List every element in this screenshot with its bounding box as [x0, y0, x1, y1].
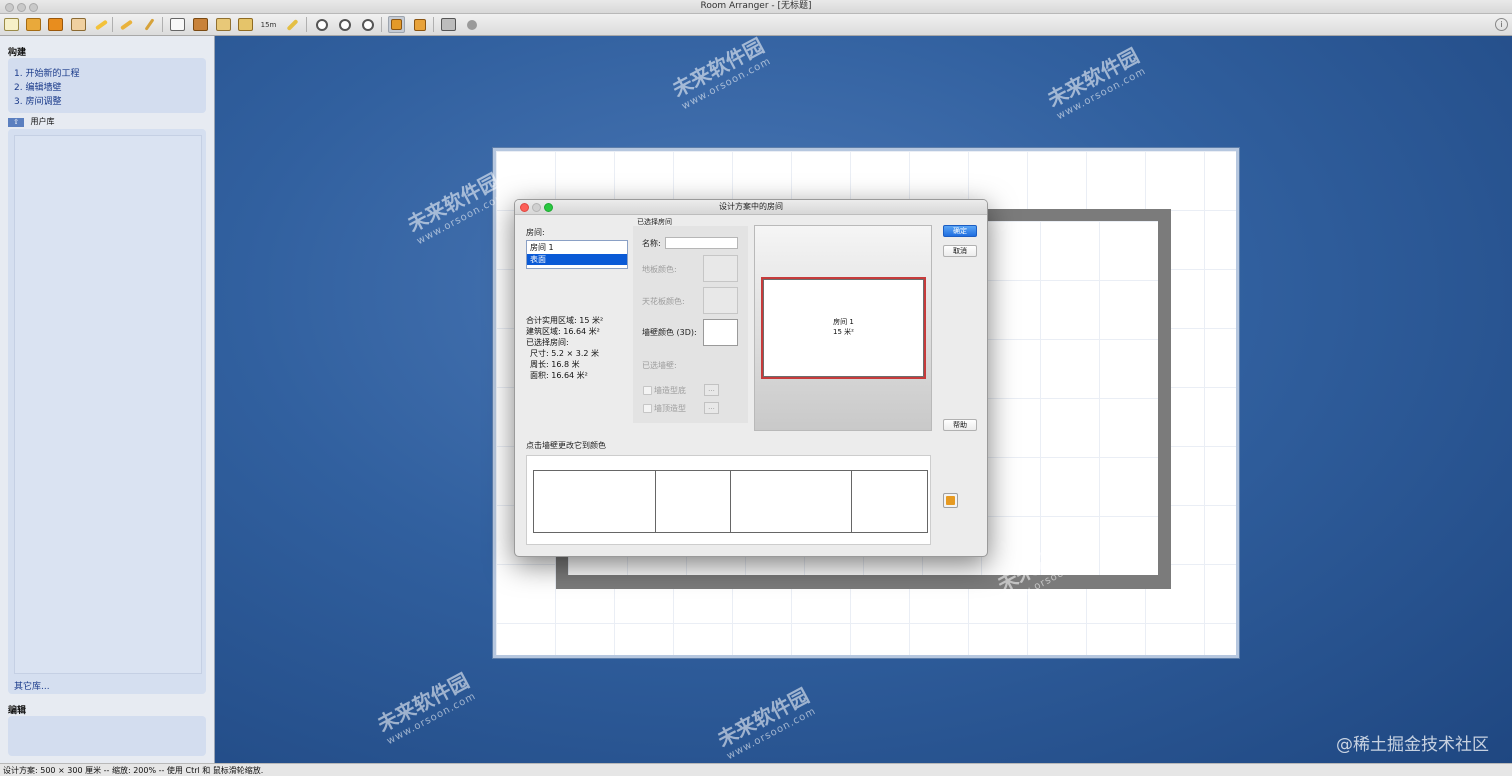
ruler-icon[interactable]: [284, 16, 301, 33]
steps-box: 1. 开始新的工程 2. 编辑墙壁 3. 房间调整: [8, 58, 206, 113]
building-area-text: 建筑区域: 16.64 米²: [526, 327, 600, 336]
status-text: 设计方案: 500 × 300 厘米 -- 缩放: 200% -- 使用 Ctr…: [3, 766, 264, 775]
window-title: Room Arranger - [无标题]: [700, 1, 812, 11]
minimize-window-icon[interactable]: [17, 3, 26, 12]
room-size-text: 尺寸: 5.2 × 3.2 米: [530, 349, 600, 358]
user-library: [8, 129, 206, 694]
step-adjust-rooms[interactable]: 3. 房间调整: [14, 94, 61, 107]
floor-icon[interactable]: [215, 16, 232, 33]
wall-segment[interactable]: [534, 471, 656, 532]
dialog-close-icon[interactable]: [520, 203, 529, 212]
preview-room-area: 15 米²: [833, 328, 854, 336]
more-libraries-link[interactable]: 其它库...: [14, 679, 50, 692]
usable-area-text: 合计实用区域: 15 米²: [526, 316, 604, 325]
rooms-label: 房间:: [526, 228, 545, 237]
wall-top-more-button: ...: [704, 402, 719, 414]
ceiling-color-swatch: [703, 287, 738, 314]
wall-color-label: 墙壁颜色 (3D):: [642, 328, 697, 337]
build-section-header[interactable]: 构建 ▼: [0, 40, 214, 60]
3d-house-icon[interactable]: [440, 16, 457, 33]
rooms-dialog: 设计方案中的房间 房间: 房间 1 表面 合计实用区域: 15 米² 建筑区域:…: [514, 199, 988, 557]
brush-icon[interactable]: [141, 16, 158, 33]
credit-text: @稀土掘金技术社区: [1336, 735, 1489, 755]
wall-segment[interactable]: [852, 471, 926, 532]
room-area-text: 面积: 16.64 米²: [530, 371, 588, 380]
left-panel: 构建 ▼ 1. 开始新的工程 2. 编辑墙壁 3. 房间调整 ⇧ 用户库 其它库…: [0, 36, 215, 763]
eraser-icon[interactable]: [118, 16, 135, 33]
window-titlebar: Room Arranger - [无标题]: [0, 0, 1512, 14]
dialog-title: 设计方案中的房间: [719, 202, 783, 211]
measure-icon[interactable]: 15m: [260, 16, 277, 33]
step-start-project[interactable]: 1. 开始新的工程: [14, 66, 79, 79]
2d-view-icon[interactable]: [388, 16, 405, 33]
room-list[interactable]: 房间 1 表面: [526, 240, 628, 269]
watermark: 未来软件园www.orsoon.com: [668, 33, 773, 113]
room-draw-icon[interactable]: [169, 16, 186, 33]
library-title: 用户库: [30, 117, 55, 126]
wall-segments: [533, 470, 928, 533]
new-file-icon[interactable]: [3, 16, 20, 33]
wall-base-more-button: ...: [704, 384, 719, 396]
name-input[interactable]: [665, 237, 738, 249]
edit-box: [8, 716, 206, 756]
library-content[interactable]: [14, 135, 202, 674]
name-label: 名称:: [642, 239, 661, 248]
dialog-titlebar[interactable]: 设计方案中的房间: [515, 200, 987, 215]
wall-top-label: 墙顶造型: [654, 404, 686, 413]
room-preview[interactable]: 房间 1 15 米²: [754, 225, 932, 431]
wall-color-swatch[interactable]: [703, 319, 738, 346]
library-header[interactable]: ⇧ 用户库: [8, 116, 55, 127]
print-icon[interactable]: [70, 16, 87, 33]
properties-box: 名称: 地板颜色: 天花板颜色: 墙壁颜色 (3D): 已选墙壁: 墙造型底 .…: [633, 226, 748, 423]
open-folder-icon[interactable]: [25, 16, 42, 33]
dialog-minimize-icon[interactable]: [532, 203, 541, 212]
measure-label: 15m: [260, 20, 277, 29]
dialog-zoom-icon[interactable]: [544, 203, 553, 212]
info-icon[interactable]: i: [1495, 18, 1508, 31]
wall-segment[interactable]: [731, 471, 852, 532]
wall-base-checkbox: [643, 386, 652, 395]
zoom-fit-icon[interactable]: [313, 16, 330, 33]
library-up-icon[interactable]: ⇧: [8, 118, 24, 127]
preview-room-name: 房间 1: [833, 318, 854, 326]
selected-room-text: 已选择房间:: [526, 338, 569, 347]
step-edit-walls[interactable]: 2. 编辑墙壁: [14, 80, 61, 93]
watermark: 未来软件园www.orsoon.com: [1043, 43, 1148, 123]
watermark: 未来软件园www.orsoon.com: [373, 668, 478, 748]
zoom-out-icon[interactable]: [359, 16, 376, 33]
floor-color-swatch: [703, 255, 738, 282]
wall-top-checkbox: [643, 404, 652, 413]
collapse-triangle-icon[interactable]: ▼: [8, 46, 204, 55]
room-list-item[interactable]: 房间 1: [527, 242, 627, 253]
selected-walls-label: 已选墙壁:: [642, 361, 677, 370]
room-list-item-selected[interactable]: 表面: [527, 254, 627, 265]
floor-color-label: 地板颜色:: [642, 265, 677, 274]
wall-color-strip: [526, 455, 931, 545]
preview-room[interactable]: 房间 1 15 米²: [761, 277, 926, 379]
edit-section-header[interactable]: 编辑 ▼: [0, 698, 214, 718]
ok-button[interactable]: 确定: [943, 225, 977, 237]
ceiling-color-label: 天花板颜色:: [642, 297, 685, 306]
wall-segment[interactable]: [656, 471, 731, 532]
room-perimeter-text: 周长: 16.8 米: [530, 360, 580, 369]
help-button[interactable]: 帮助: [943, 419, 977, 431]
status-bar: 设计方案: 500 × 300 厘米 -- 缩放: 200% -- 使用 Ctr…: [0, 763, 1512, 776]
pencil-icon[interactable]: [93, 16, 110, 33]
zoom-in-icon[interactable]: [336, 16, 353, 33]
save-icon[interactable]: [47, 16, 64, 33]
cancel-button[interactable]: 取消: [943, 245, 977, 257]
3d-person-icon[interactable]: [463, 16, 480, 33]
save-colors-icon[interactable]: [943, 493, 958, 508]
watermark: 未来软件园www.orsoon.com: [713, 683, 818, 763]
collapse-triangle-icon[interactable]: ▼: [8, 704, 204, 713]
wall-base-label: 墙造型底: [654, 386, 686, 395]
copy-icon[interactable]: [237, 16, 254, 33]
3d-box-icon[interactable]: [411, 16, 428, 33]
close-window-icon[interactable]: [5, 3, 14, 12]
wall-icon[interactable]: [192, 16, 209, 33]
wall-hint-text: 点击墙壁更改它到颜色: [526, 441, 606, 450]
zoom-window-icon[interactable]: [29, 3, 38, 12]
